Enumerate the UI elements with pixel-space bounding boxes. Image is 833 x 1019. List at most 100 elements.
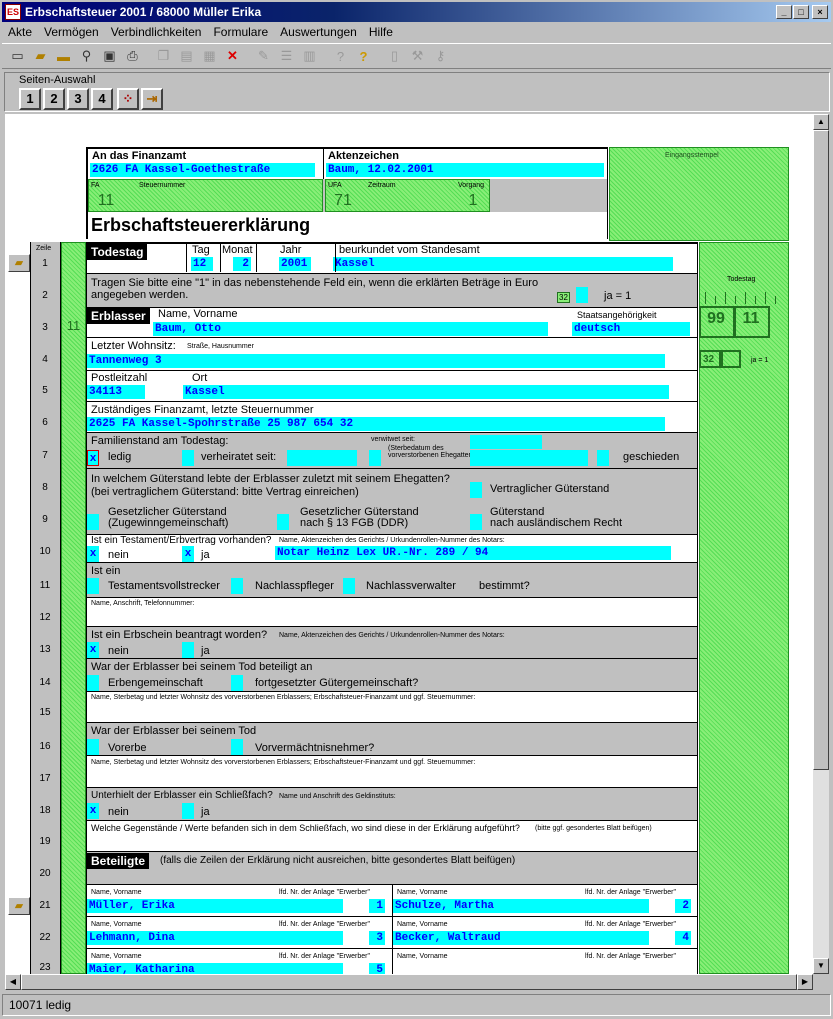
beteiligter-nr-field[interactable]: 5 xyxy=(369,963,385,974)
vorerbe-checkbox[interactable] xyxy=(87,739,99,755)
testamentsvollstrecker-checkbox[interactable] xyxy=(87,578,99,594)
standesamt-field[interactable]: Kassel xyxy=(333,257,673,271)
beteiligter-name-field[interactable]: Maier, Katharina xyxy=(87,963,343,974)
hscroll-thumb[interactable] xyxy=(21,974,797,990)
save-icon[interactable]: ▣ xyxy=(98,45,121,67)
erbschein-ja-checkbox[interactable] xyxy=(182,642,194,658)
calc-dots-icon[interactable]: ⁘ xyxy=(117,88,139,110)
bet-name-label: Name, Vorname xyxy=(397,921,448,928)
monat-field[interactable]: 2 xyxy=(233,257,251,271)
row-number: 9 xyxy=(42,514,48,525)
folder-icon-2[interactable]: ▰ xyxy=(8,897,30,915)
nachlassverwalter-checkbox[interactable] xyxy=(343,578,355,594)
aktenzeichen-field[interactable]: Baum, 12.02.2001 xyxy=(326,163,604,177)
title-bar: ES Erbschaftsteuer 2001 / 68000 Müller E… xyxy=(2,2,831,22)
context-help-icon[interactable]: ? xyxy=(329,45,352,67)
menu-auswertungen[interactable]: Auswertungen xyxy=(274,25,363,39)
fgb-checkbox[interactable] xyxy=(277,514,289,530)
form-title: Erbschaftsteuererklärung xyxy=(91,215,311,235)
page-1-button[interactable]: 1 xyxy=(19,88,41,110)
folder-icon-1[interactable]: ▰ xyxy=(8,254,30,272)
plz-field[interactable]: 34113 xyxy=(87,385,145,399)
euro-checkbox[interactable] xyxy=(576,287,588,303)
scroll-left-icon[interactable]: ◀ xyxy=(5,974,21,990)
close-button[interactable]: × xyxy=(812,5,828,19)
guetergemeinschaft-checkbox[interactable] xyxy=(231,675,243,691)
help-icon[interactable]: ? xyxy=(352,45,375,67)
tag-field[interactable]: 12 xyxy=(191,257,213,271)
finanzamt-field[interactable]: 2626 FA Kassel-Goethestraße xyxy=(90,163,315,177)
beteiligter-nr-field[interactable]: 3 xyxy=(369,931,385,945)
testament-ja-checkbox[interactable]: x xyxy=(182,546,194,562)
geschieden-checkbox[interactable] xyxy=(597,450,609,466)
notar-field[interactable]: Notar Heinz Lex UR.-Nr. 289 / 94 xyxy=(275,546,671,560)
bet-nr-label: lfd. Nr. der Anlage "Erwerber" xyxy=(279,953,370,960)
erbengemeinschaft-checkbox[interactable] xyxy=(87,675,99,691)
finanzamt-steuernr-field[interactable]: 2625 FA Kassel-Spohrstraße 25 987 654 32 xyxy=(87,417,665,431)
scroll-down-icon[interactable]: ▼ xyxy=(813,958,829,974)
name-field[interactable]: Baum, Otto xyxy=(153,322,548,336)
delete-icon[interactable]: ✕ xyxy=(221,45,244,67)
row-number: 13 xyxy=(39,644,51,655)
scroll-thumb[interactable] xyxy=(813,130,829,770)
paste-icon[interactable]: ▤ xyxy=(175,45,198,67)
verwitwet-checkbox[interactable] xyxy=(369,450,381,466)
aktenzeichen-label: Aktenzeichen xyxy=(328,150,399,162)
key-icon[interactable]: ⚷ xyxy=(429,45,452,67)
page-4-button[interactable]: 4 xyxy=(91,88,113,110)
vertical-scrollbar[interactable]: ▲ ▼ xyxy=(813,114,829,974)
tools-icon[interactable]: ⚒ xyxy=(406,45,429,67)
ort-field[interactable]: Kassel xyxy=(183,385,669,399)
horizontal-scrollbar[interactable]: ◀ ▶ xyxy=(5,974,813,990)
scroll-up-icon[interactable]: ▲ xyxy=(813,114,829,130)
new-file-icon[interactable]: ▭ xyxy=(6,45,29,67)
nachlasspfleger-checkbox[interactable] xyxy=(231,578,243,594)
ausland-checkbox[interactable] xyxy=(470,514,482,530)
folder-icon[interactable]: ▬ xyxy=(52,45,75,67)
beteiligter-nr-field[interactable]: 2 xyxy=(675,899,691,913)
menu-vermoegen[interactable]: Vermögen xyxy=(38,25,105,39)
jahr-field[interactable]: 2001 xyxy=(279,257,311,271)
scroll-right-icon[interactable]: ▶ xyxy=(797,974,813,990)
list-icon[interactable]: ☰ xyxy=(275,45,298,67)
beteiligter-name-field[interactable]: Schulze, Martha xyxy=(393,899,649,913)
testament-nein-checkbox[interactable]: x xyxy=(87,546,99,562)
beteiligter-nr-field[interactable]: 1 xyxy=(369,899,385,913)
binoculars-icon[interactable]: ⚲ xyxy=(75,45,98,67)
vertraglich-checkbox[interactable] xyxy=(470,482,482,498)
verheiratet-checkbox[interactable] xyxy=(182,450,194,466)
print-icon[interactable]: ⎙ xyxy=(121,45,144,67)
menu-hilfe[interactable]: Hilfe xyxy=(363,25,399,39)
vorvermaechtnis-checkbox[interactable] xyxy=(231,739,243,755)
erbschein-nein-checkbox[interactable]: x xyxy=(87,642,99,658)
copy-icon[interactable]: ❐ xyxy=(152,45,175,67)
page-3-button[interactable]: 3 xyxy=(67,88,89,110)
zugewinn-checkbox[interactable] xyxy=(87,514,99,530)
maximize-button[interactable]: □ xyxy=(793,5,809,19)
verwitwet-date-field-2[interactable] xyxy=(470,450,588,466)
exit-door-icon[interactable]: ⇥ xyxy=(141,88,163,110)
beteiligter-name-field[interactable]: Müller, Erika xyxy=(87,899,343,913)
row-number: 21 xyxy=(39,900,51,911)
menu-formulare[interactable]: Formulare xyxy=(207,25,274,39)
staat-field[interactable]: deutsch xyxy=(572,322,690,336)
menu-verbindlichkeiten[interactable]: Verbindlichkeiten xyxy=(105,25,208,39)
schliessfach-ja-checkbox[interactable] xyxy=(182,803,194,819)
strasse-field[interactable]: Tannenweg 3 xyxy=(87,354,665,368)
window-icon[interactable]: ▯ xyxy=(383,45,406,67)
minimize-button[interactable]: _ xyxy=(776,5,792,19)
menu-akte[interactable]: Akte xyxy=(2,25,38,39)
beteiligter-name-field[interactable]: Lehmann, Dina xyxy=(87,931,343,945)
beteiligter-nr-field[interactable]: 4 xyxy=(675,931,691,945)
open-file-icon[interactable]: ▰ xyxy=(29,45,52,67)
page-2-button[interactable]: 2 xyxy=(43,88,65,110)
verwitwet-date-field[interactable] xyxy=(470,435,542,449)
calculator-icon[interactable]: ▦ xyxy=(198,45,221,67)
beteiligter-name-field[interactable]: Becker, Waltraud xyxy=(393,931,649,945)
document-icon[interactable]: ▥ xyxy=(298,45,321,67)
menu-bar: Akte Vermögen Verbindlichkeiten Formular… xyxy=(2,22,831,42)
schliessfach-nein-checkbox[interactable]: x xyxy=(87,803,99,819)
ledig-checkbox[interactable]: x xyxy=(87,450,99,466)
verheiratet-date-field[interactable] xyxy=(287,450,357,466)
settings-icon[interactable]: ✎ xyxy=(252,45,275,67)
